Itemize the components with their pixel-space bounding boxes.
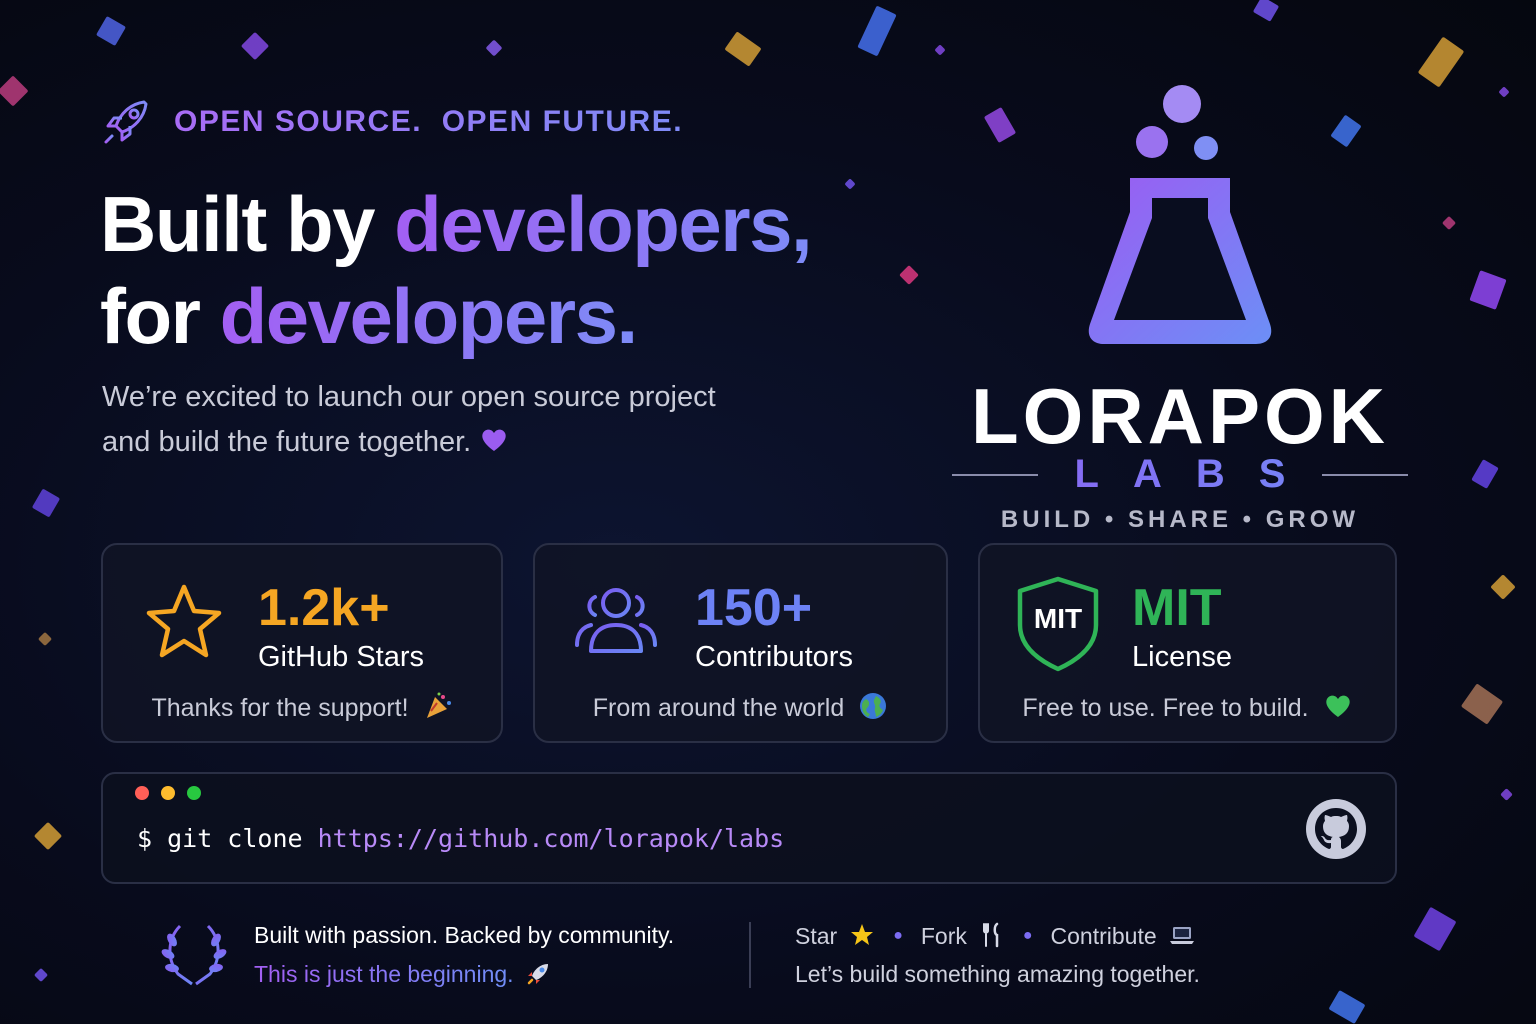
confetti-piece <box>844 178 856 190</box>
clone-command[interactable]: $ git clone https://github.com/lorapok/l… <box>137 824 784 853</box>
separator-dot: ● <box>1022 927 1033 944</box>
headline: Built by developers, for developers. <box>100 178 813 362</box>
footer-right-line-2: Let’s build something amazing together. <box>795 960 1200 987</box>
party-popper-icon <box>423 691 453 721</box>
confetti-piece <box>934 44 946 56</box>
footer-actions: Star ● Fork ● Contribute <box>795 918 1200 954</box>
brand-sub-text: LABS <box>940 452 1420 497</box>
brand-tagline: BUILD • SHARE • GROW <box>1000 506 1360 533</box>
headline-accent-1: developers, <box>394 180 813 268</box>
laptop-icon <box>1169 922 1195 948</box>
stat-note-text: Thanks for the support! <box>151 694 409 722</box>
stat-value: 150+ <box>695 579 813 637</box>
fork-knife-icon <box>979 922 1005 948</box>
footer-left-line-2-text: This is just the beginning. <box>254 961 514 987</box>
maximize-dot <box>187 786 201 800</box>
stat-value: MIT <box>1132 579 1222 637</box>
shield-badge-text: MIT <box>1033 603 1083 634</box>
footer-left-line-2: This is just the beginning. <box>254 960 552 988</box>
confetti-piece <box>1330 114 1362 148</box>
confetti-piece <box>240 31 270 61</box>
confetti-piece <box>899 265 919 285</box>
subtitle-line-1: We’re excited to launch our open source … <box>102 381 716 413</box>
confetti-piece <box>1441 215 1457 231</box>
globe-icon <box>858 691 888 721</box>
subtitle-line-2-text: and build the future together. <box>102 426 472 458</box>
terminal-window: $ git clone https://github.com/lorapok/l… <box>101 772 1397 884</box>
confetti-piece <box>1417 36 1465 88</box>
headline-plain-2: for <box>100 272 220 360</box>
github-icon[interactable] <box>1305 798 1367 860</box>
confetti-piece <box>724 31 762 67</box>
minimize-dot <box>161 786 175 800</box>
confetti-piece <box>33 821 63 851</box>
star-emoji-icon <box>849 922 875 948</box>
rocket-icon <box>100 96 152 148</box>
confetti-piece <box>0 75 29 107</box>
confetti-piece <box>37 631 53 647</box>
confetti-piece <box>1469 270 1507 310</box>
star-action-label: Star <box>795 923 838 949</box>
subtitle: We’re excited to launch our open source … <box>102 375 822 465</box>
contribute-action[interactable]: Contribute <box>1051 922 1195 950</box>
purple-heart-icon <box>479 424 509 454</box>
green-heart-icon <box>1323 691 1353 721</box>
stat-label: License <box>1132 641 1232 673</box>
users-icon <box>571 575 661 665</box>
stat-card-license: MIT MIT License Free to use. Free to bui… <box>978 543 1397 743</box>
rocket-emoji-icon <box>526 960 552 986</box>
headline-line-1: Built by developers, <box>100 178 813 270</box>
laurel-icon <box>158 918 230 990</box>
stat-note-text: Free to use. Free to build. <box>1022 694 1309 722</box>
eyebrow: OPEN SOURCE. OPEN FUTURE. <box>100 96 683 148</box>
confetti-piece <box>1500 788 1513 801</box>
brand-name: LORAPOK <box>971 372 1389 460</box>
stat-card-contributors: 150+ Contributors From around the world <box>533 543 948 743</box>
confetti-piece <box>1498 86 1510 98</box>
confetti-piece <box>33 967 49 983</box>
stat-value: 1.2k+ <box>258 579 390 637</box>
contribute-action-label: Contribute <box>1050 923 1157 949</box>
confetti-piece <box>95 15 127 47</box>
confetti-piece <box>485 39 503 57</box>
brand-sub: LABS <box>940 452 1420 496</box>
stat-label: Contributors <box>695 641 853 673</box>
fork-action[interactable]: Fork <box>921 922 1005 950</box>
flask-icon <box>1070 80 1290 360</box>
repo-url[interactable]: https://github.com/lorapok/labs <box>318 824 785 853</box>
star-icon <box>139 577 229 667</box>
confetti-piece <box>857 5 897 57</box>
confetti-piece <box>1460 683 1504 725</box>
separator-dot: ● <box>893 927 903 944</box>
headline-accent-2: developers. <box>219 272 639 360</box>
stat-note: Thanks for the support! <box>103 691 501 723</box>
confetti-piece <box>983 107 1017 143</box>
subtitle-line-2: and build the future together. <box>102 420 822 465</box>
confetti-piece <box>31 488 61 518</box>
footer-divider <box>749 922 751 988</box>
stat-card-stars: 1.2k+ GitHub Stars Thanks for the suppor… <box>101 543 503 743</box>
confetti-piece <box>1471 459 1499 489</box>
confetti-piece <box>1252 0 1280 22</box>
stat-note-text: From around the world <box>592 694 845 722</box>
stat-label: GitHub Stars <box>258 641 424 673</box>
eyebrow-text: OPEN SOURCE. OPEN FUTURE. <box>174 105 684 138</box>
confetti-piece <box>1490 574 1516 600</box>
command-prompt: $ git clone <box>137 824 318 853</box>
footer-left-line-1: Built with passion. Backed by community. <box>254 922 675 948</box>
headline-line-2: for developers. <box>100 270 811 362</box>
confetti-piece <box>1328 989 1366 1024</box>
star-action[interactable]: Star <box>795 922 875 950</box>
footer-right: Star ● Fork ● Contribute Let’s build som… <box>795 918 1200 992</box>
shield-icon: MIT <box>1012 573 1104 673</box>
confetti-piece <box>1413 906 1457 952</box>
fork-action-label: Fork <box>920 923 967 949</box>
stat-note: From around the world <box>535 691 946 723</box>
headline-plain-1: Built by <box>100 180 395 268</box>
close-dot <box>135 786 149 800</box>
stat-note: Free to use. Free to build. <box>980 691 1395 723</box>
